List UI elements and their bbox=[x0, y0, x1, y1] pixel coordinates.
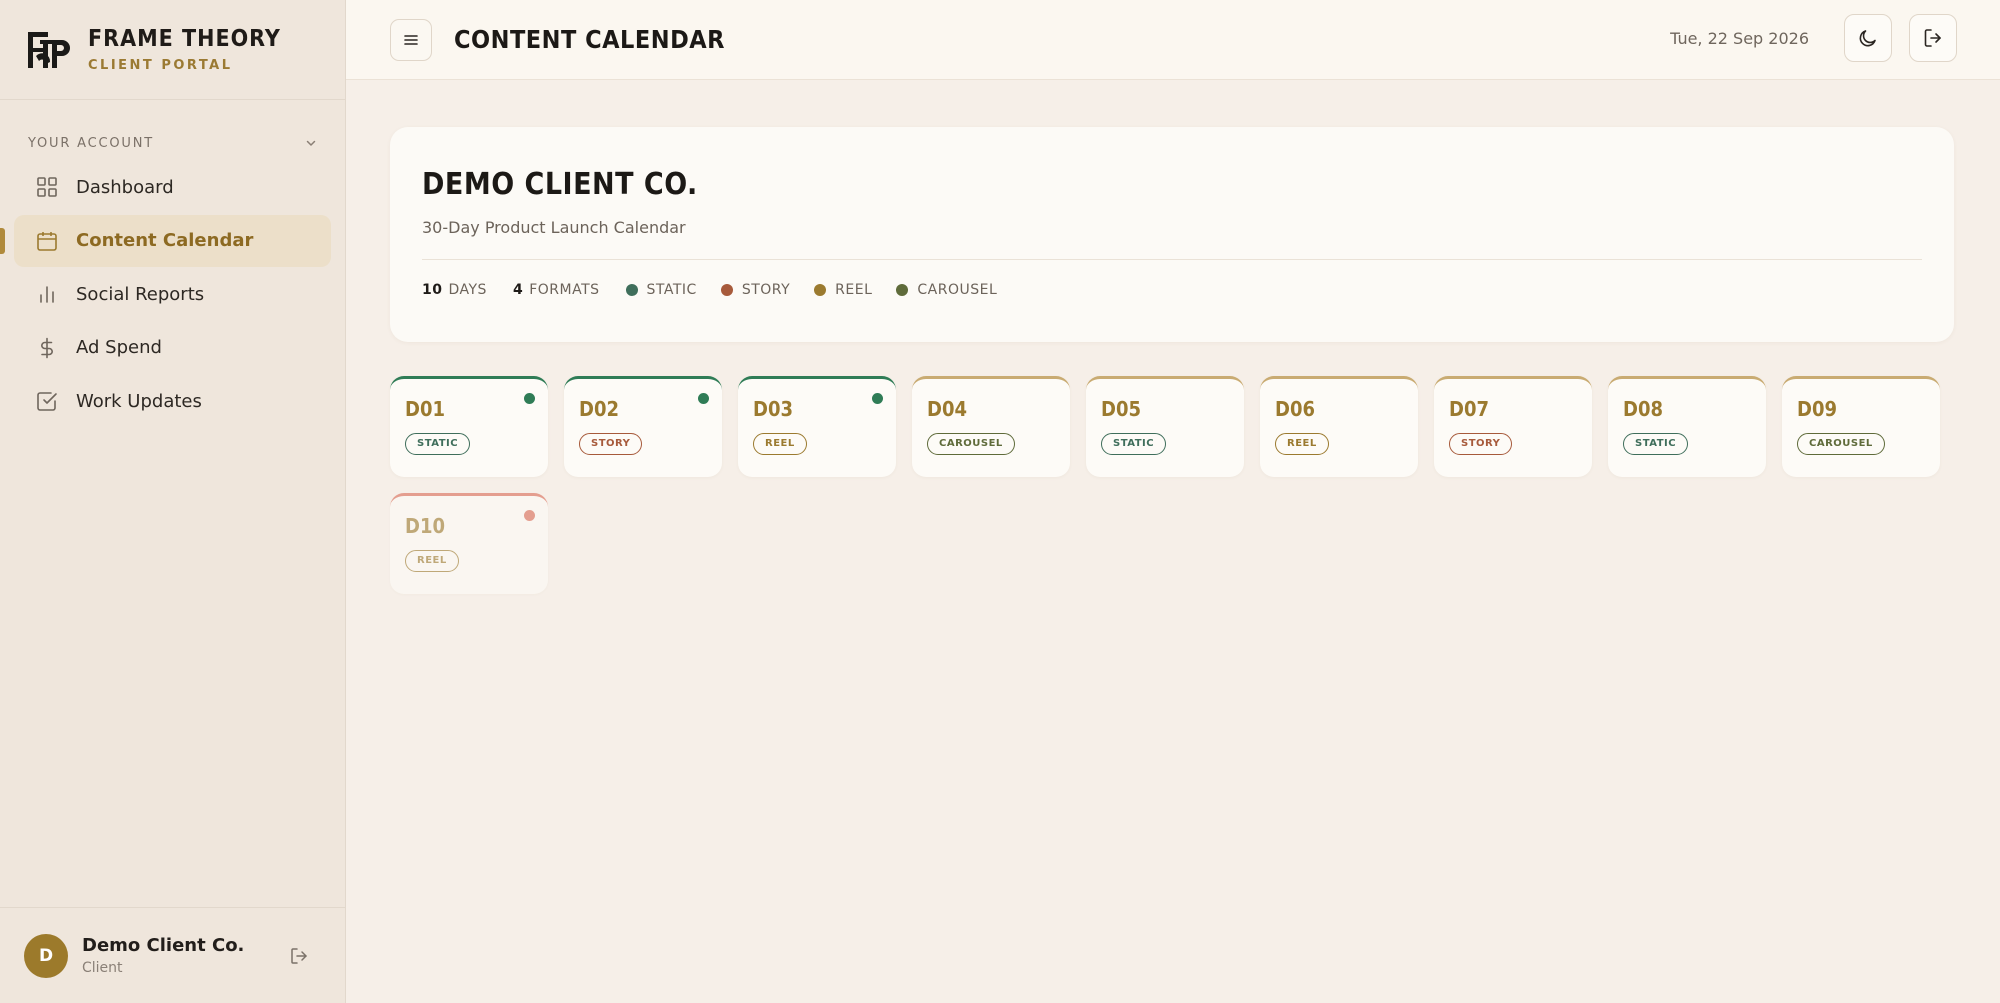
brand-subtitle: CLIENT PORTAL bbox=[88, 58, 233, 73]
account-section-toggle[interactable]: YOUR ACCOUNT bbox=[0, 135, 345, 151]
topbar: CONTENT CALENDAR Tue, 22 Sep 2026 bbox=[346, 0, 2000, 80]
day-card-d09[interactable]: D09 CAROUSEL bbox=[1782, 376, 1940, 477]
day-card-d08[interactable]: D08 STATIC bbox=[1608, 376, 1766, 477]
theme-toggle-button[interactable] bbox=[1844, 14, 1892, 62]
calendar-subtitle: 30-Day Product Launch Calendar bbox=[422, 218, 686, 237]
format-badge: REEL bbox=[753, 433, 807, 455]
sidebar-item-label: Dashboard bbox=[76, 176, 174, 198]
format-badge: CAROUSEL bbox=[927, 433, 1015, 455]
legend-static: STATIC bbox=[625, 282, 697, 298]
day-label: D07 bbox=[1449, 397, 1489, 421]
legend-story: STORY bbox=[720, 282, 791, 298]
chevron-down-icon bbox=[306, 140, 316, 146]
legend-dot bbox=[814, 284, 827, 296]
format-badge: CAROUSEL bbox=[1797, 433, 1885, 455]
status-dot bbox=[524, 510, 535, 521]
current-date: Tue, 22 Sep 2026 bbox=[1670, 28, 1809, 48]
sidebar-item-ad-spend[interactable]: Ad Spend bbox=[14, 322, 331, 374]
sidebar-nav: Dashboard Content Calendar Social Report… bbox=[0, 161, 345, 427]
user-profile: D Demo Client Co. Client bbox=[0, 907, 345, 1003]
menu-icon bbox=[404, 34, 418, 45]
main-content: CONTENT CALENDAR Tue, 22 Sep 2026 DEMO C… bbox=[346, 0, 2000, 1003]
check-square-icon bbox=[37, 392, 57, 411]
page-title: CONTENT CALENDAR bbox=[454, 25, 725, 54]
days-stat: 10 DAYS bbox=[422, 282, 487, 298]
sidebar-item-label: Content Calendar bbox=[76, 230, 254, 251]
logout-button[interactable] bbox=[1909, 14, 1957, 62]
day-card-d02[interactable]: D02 STORY bbox=[564, 376, 722, 477]
sidebar-item-content-calendar[interactable]: Content Calendar bbox=[0, 214, 331, 267]
day-cards-grid: D01 STATIC D02 STORY D03 REEL D04 CAROUS… bbox=[390, 376, 1956, 594]
formats-label: FORMATS bbox=[529, 282, 600, 298]
legend-label: REEL bbox=[835, 282, 873, 298]
legend-dot bbox=[720, 284, 733, 296]
sidebar-item-label: Ad Spend bbox=[76, 337, 162, 358]
day-label: D09 bbox=[1797, 397, 1837, 421]
format-badge: STATIC bbox=[405, 433, 471, 455]
day-label: D04 bbox=[927, 397, 967, 421]
dollar-icon bbox=[41, 337, 53, 358]
legend-reel: REEL bbox=[814, 282, 872, 298]
sidebar-item-dashboard[interactable]: Dashboard bbox=[14, 161, 331, 213]
sidebar-item-social-reports[interactable]: Social Reports bbox=[14, 268, 331, 320]
status-dot bbox=[524, 393, 535, 404]
day-card-d03[interactable]: D03 REEL bbox=[738, 376, 896, 477]
sidebar-item-label: Social Reports bbox=[76, 283, 205, 305]
day-card-d01[interactable]: D01 STATIC bbox=[390, 376, 548, 477]
user-role: Client bbox=[82, 960, 123, 976]
calendar-stats: 10 DAYS 4 FORMATS STATIC STORY REEL CARO… bbox=[422, 282, 1922, 298]
bar-chart-icon bbox=[40, 286, 54, 303]
formats-stat: 4 FORMATS bbox=[513, 282, 600, 298]
legend-carousel: CAROUSEL bbox=[896, 282, 997, 298]
frame-theory-logo bbox=[28, 31, 70, 68]
day-label: D06 bbox=[1275, 397, 1315, 421]
format-badge: REEL bbox=[1275, 433, 1329, 455]
format-badge: REEL bbox=[405, 550, 459, 572]
days-label: DAYS bbox=[448, 282, 487, 298]
topbar-actions: Tue, 22 Sep 2026 bbox=[1670, 14, 1957, 62]
client-name: DEMO CLIENT CO. bbox=[422, 167, 698, 202]
format-badge: STORY bbox=[1449, 433, 1513, 455]
client-summary-card: DEMO CLIENT CO. 30-Day Product Launch Ca… bbox=[390, 127, 1954, 342]
format-badge: STATIC bbox=[1623, 433, 1689, 455]
logout-icon[interactable] bbox=[289, 946, 309, 966]
grid-icon bbox=[37, 177, 57, 197]
menu-toggle-button[interactable] bbox=[390, 18, 432, 61]
brand[interactable]: FRAME THEORY CLIENT PORTAL bbox=[0, 0, 345, 100]
calendar-icon bbox=[37, 231, 57, 251]
day-card-d04[interactable]: D04 CAROUSEL bbox=[912, 376, 1070, 477]
day-card-d06[interactable]: D06 REEL bbox=[1260, 376, 1418, 477]
day-card-d10[interactable]: D10 REEL bbox=[390, 493, 548, 594]
legend-label: CAROUSEL bbox=[917, 282, 998, 298]
status-dot bbox=[698, 393, 709, 404]
sidebar-item-work-updates[interactable]: Work Updates bbox=[14, 375, 331, 427]
legend-dot bbox=[896, 284, 909, 296]
day-label: D05 bbox=[1101, 397, 1141, 421]
day-label: D08 bbox=[1623, 397, 1663, 421]
sidebar: FRAME THEORY CLIENT PORTAL YOUR ACCOUNT … bbox=[0, 0, 346, 1003]
days-count: 10 bbox=[422, 282, 443, 298]
format-badge: STATIC bbox=[1101, 433, 1167, 455]
user-name: Demo Client Co. bbox=[82, 935, 245, 956]
legend-label: STATIC bbox=[646, 282, 697, 298]
formats-count: 4 bbox=[512, 282, 524, 298]
brand-title: FRAME THEORY bbox=[88, 26, 281, 52]
sidebar-item-label: Work Updates bbox=[76, 390, 202, 412]
day-card-d07[interactable]: D07 STORY bbox=[1434, 376, 1592, 477]
format-badge: STORY bbox=[579, 433, 643, 455]
legend-label: STORY bbox=[741, 282, 791, 298]
legend-dot bbox=[625, 284, 638, 296]
section-label: YOUR ACCOUNT bbox=[28, 135, 154, 151]
moon-icon bbox=[1859, 30, 1876, 47]
logout-icon bbox=[1924, 29, 1941, 47]
divider bbox=[422, 259, 1922, 260]
day-card-d05[interactable]: D05 STATIC bbox=[1086, 376, 1244, 477]
avatar[interactable]: D bbox=[24, 933, 68, 978]
status-dot bbox=[872, 393, 883, 404]
